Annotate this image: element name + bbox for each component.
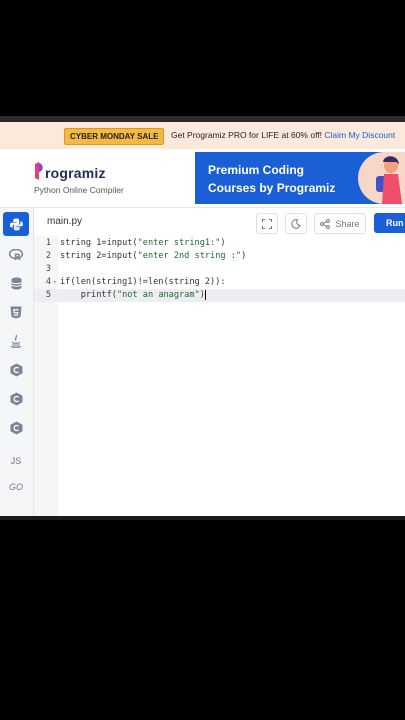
fold-toggle-icon[interactable]: ▾ bbox=[53, 276, 57, 289]
programiz-logo-icon[interactable] bbox=[34, 162, 44, 180]
expand-icon bbox=[262, 218, 272, 229]
promo-message: Get Programiz PRO for LIFE at 60% off! C… bbox=[171, 130, 396, 140]
language-sidebar: R JS GO bbox=[0, 208, 34, 516]
moon-icon bbox=[291, 218, 301, 229]
svg-text:R: R bbox=[14, 253, 21, 261]
programiz-logo-text[interactable]: rogramiz bbox=[45, 165, 106, 181]
code-text: printf("not an anagram") bbox=[60, 289, 206, 300]
share-icon bbox=[320, 218, 331, 229]
editor-toolbar: main.py Share Run bbox=[34, 208, 405, 237]
java-icon[interactable] bbox=[7, 332, 25, 350]
c-language-icon[interactable] bbox=[7, 361, 25, 379]
code-line[interactable]: 4 ▾ if(len(string1)!=len(string 2)): bbox=[34, 276, 405, 289]
ad-line-2: Courses by Programiz bbox=[208, 181, 336, 195]
run-button[interactable]: Run bbox=[374, 213, 405, 233]
dark-mode-button[interactable] bbox=[285, 213, 307, 234]
bottom-strip bbox=[0, 516, 405, 520]
html5-icon[interactable] bbox=[7, 303, 25, 321]
go-language-icon[interactable]: GO bbox=[7, 478, 25, 496]
compiler-app: CYBER MONDAY SALE Get Programiz PRO for … bbox=[0, 122, 405, 516]
sql-database-icon[interactable] bbox=[7, 274, 25, 292]
code-editor[interactable]: 1 string 1=input("enter string1:") 2 str… bbox=[34, 236, 405, 516]
text-cursor bbox=[204, 289, 206, 300]
code-text: if(len(string1)!=len(string 2)): bbox=[60, 277, 226, 287]
share-button[interactable]: Share bbox=[314, 213, 366, 234]
cpp-language-icon[interactable] bbox=[7, 390, 25, 408]
promo-banner[interactable]: CYBER MONDAY SALE Get Programiz PRO for … bbox=[0, 122, 405, 149]
line-number: 5 bbox=[45, 290, 51, 300]
code-line[interactable]: 3 bbox=[34, 263, 405, 276]
line-number: 4 bbox=[45, 277, 51, 287]
code-line[interactable]: 1 string 1=input("enter string1:") bbox=[34, 237, 405, 250]
sale-badge: CYBER MONDAY SALE bbox=[64, 128, 165, 145]
python-icon[interactable] bbox=[3, 212, 29, 236]
file-tab-main-py[interactable]: main.py bbox=[47, 216, 82, 227]
site-header: rogramiz Python Online Compiler Premium … bbox=[0, 149, 405, 208]
code-text: string 2=input("enter 2nd string :") bbox=[60, 251, 247, 261]
active-code-line[interactable]: 5 printf("not an anagram") bbox=[34, 289, 405, 302]
claim-discount-link[interactable]: Claim My Discount bbox=[324, 130, 395, 140]
fullscreen-button[interactable] bbox=[256, 213, 278, 234]
code-line[interactable]: 2 string 2=input("enter 2nd string :") bbox=[34, 250, 405, 263]
code-text: string 1=input("enter string1:") bbox=[60, 238, 226, 248]
ad-line-1: Premium Coding bbox=[208, 163, 305, 177]
r-language-icon[interactable]: R bbox=[7, 246, 25, 264]
csharp-language-icon[interactable] bbox=[7, 419, 25, 437]
compiler-subtitle: Python Online Compiler bbox=[34, 185, 124, 195]
line-number: 2 bbox=[45, 251, 51, 261]
person-illustration-icon bbox=[376, 156, 402, 204]
line-number: 1 bbox=[45, 238, 51, 248]
javascript-icon[interactable]: JS bbox=[7, 452, 25, 470]
ad-banner[interactable]: Premium Coding Courses by Programiz bbox=[195, 152, 405, 204]
ad-illustration bbox=[358, 152, 405, 204]
share-label: Share bbox=[335, 218, 360, 229]
line-number: 3 bbox=[45, 264, 51, 274]
